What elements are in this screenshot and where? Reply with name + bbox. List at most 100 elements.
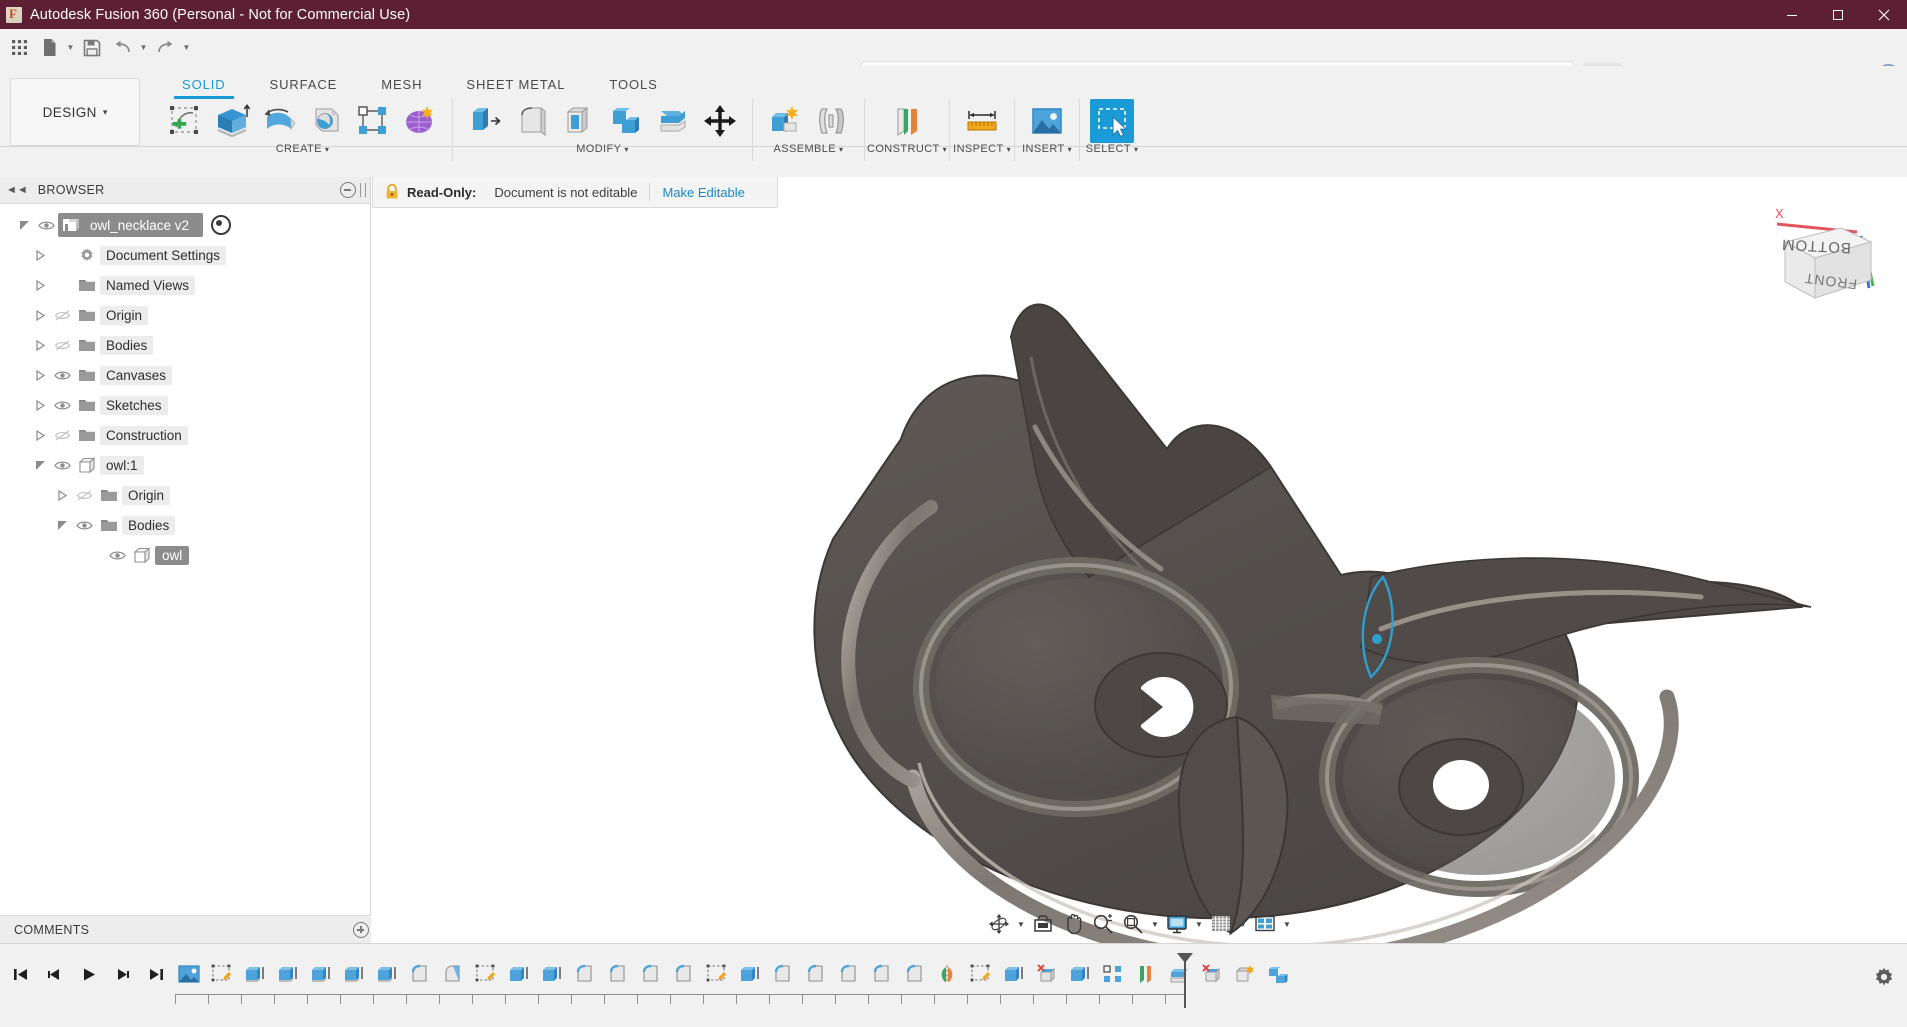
expand-arrow-icon[interactable]: [30, 393, 50, 417]
timeline-feature-sketch[interactable]: [469, 956, 502, 992]
visibility-eye-icon[interactable]: [105, 543, 129, 567]
close-button[interactable]: [1861, 0, 1907, 29]
timeline-feature-fillet[interactable]: [436, 956, 469, 992]
display-settings-icon[interactable]: [1163, 910, 1191, 938]
make-editable-link[interactable]: Make Editable: [662, 185, 744, 200]
timeline-feature-canvas[interactable]: [172, 956, 205, 992]
new-component-icon[interactable]: [763, 99, 807, 143]
timeline-feature-fillet[interactable]: [568, 956, 601, 992]
timeline-feature-fillet[interactable]: [898, 956, 931, 992]
tree-node-origin-row[interactable]: Origin: [74, 303, 156, 327]
timeline-feature-pattern[interactable]: [1096, 956, 1129, 992]
display-settings-caret-icon[interactable]: ▼: [1193, 910, 1205, 938]
redo-icon[interactable]: [150, 33, 180, 63]
tree-node-canvases[interactable]: Canvases: [0, 360, 370, 390]
visibility-eye-icon[interactable]: [34, 213, 58, 237]
tree-node-owl-body-row[interactable]: owl: [129, 543, 197, 567]
timeline-feature-extrude[interactable]: [1063, 956, 1096, 992]
visibility-eye-icon[interactable]: [72, 513, 96, 537]
pan-icon[interactable]: [1059, 910, 1087, 938]
timeline-feature-extrude[interactable]: [337, 956, 370, 992]
timeline-feature-delete-face[interactable]: [1195, 956, 1228, 992]
pattern-icon[interactable]: [351, 99, 395, 143]
fit-caret-icon[interactable]: ▼: [1149, 910, 1161, 938]
expand-arrow-icon[interactable]: [30, 303, 50, 327]
look-at-icon[interactable]: [1029, 910, 1057, 938]
combine-icon[interactable]: [604, 99, 648, 143]
create-sketch-icon[interactable]: [163, 99, 207, 143]
play-icon[interactable]: [72, 958, 104, 990]
tree-node-owl-origin-row[interactable]: Origin: [96, 483, 178, 507]
timeline-feature-fillet[interactable]: [799, 956, 832, 992]
minimize-button[interactable]: [1769, 0, 1815, 29]
tree-node-bodies-row[interactable]: Bodies: [74, 333, 161, 357]
tree-node-construction[interactable]: Construction: [0, 420, 370, 450]
timeline-feature-extrude[interactable]: [271, 956, 304, 992]
viewports-caret-icon[interactable]: ▼: [1281, 910, 1293, 938]
timeline-feature-form[interactable]: [1228, 956, 1261, 992]
timeline-feature-extrude[interactable]: [997, 956, 1030, 992]
add-comment-icon[interactable]: [353, 922, 369, 938]
orbit-caret-icon[interactable]: ▼: [1015, 910, 1027, 938]
tree-node-owl-component-row[interactable]: owl:1: [74, 453, 152, 477]
timeline-feature-delete-face[interactable]: [1030, 956, 1063, 992]
expand-arrow-icon[interactable]: [52, 483, 72, 507]
ribbon-group-insert-label[interactable]: INSERT ▾: [1022, 143, 1072, 155]
step-back-icon[interactable]: [38, 958, 70, 990]
fit-icon[interactable]: [1119, 910, 1147, 938]
grid-snaps-icon[interactable]: [1207, 910, 1235, 938]
timeline-feature-extrude[interactable]: [733, 956, 766, 992]
timeline-feature-fillet[interactable]: [865, 956, 898, 992]
expand-arrow-icon[interactable]: [52, 513, 72, 537]
tree-node-owl-origin[interactable]: Origin: [0, 480, 370, 510]
timeline-feature-fillet[interactable]: [667, 956, 700, 992]
timeline-feature-extrude[interactable]: [304, 956, 337, 992]
tab-tools[interactable]: TOOLS: [587, 73, 679, 95]
timeline-feature-extrude[interactable]: [238, 956, 271, 992]
timeline-marker[interactable]: [1176, 952, 1194, 1006]
view-cube[interactable]: X BOTTOM FRONT: [1765, 202, 1885, 322]
workspace-selector[interactable]: DESIGN ▾: [10, 78, 140, 146]
timeline-feature-extrude[interactable]: [535, 956, 568, 992]
tab-sheet-metal[interactable]: SHEET METAL: [444, 73, 587, 95]
new-document-icon[interactable]: [34, 33, 64, 63]
move-copy-icon[interactable]: [698, 99, 742, 143]
expand-arrow-icon[interactable]: [30, 243, 50, 267]
tree-node-root[interactable]: owl_necklace v2: [0, 210, 370, 240]
ribbon-group-modify-label[interactable]: MODIFY ▾: [576, 143, 629, 155]
tree-node-owl-component[interactable]: owl:1: [0, 450, 370, 480]
timeline-feature-fillet[interactable]: [634, 956, 667, 992]
measure-icon[interactable]: [960, 99, 1004, 143]
timeline-feature-sketch[interactable]: [205, 956, 238, 992]
split-body-icon[interactable]: [651, 99, 695, 143]
visibility-eye-icon[interactable]: [50, 363, 74, 387]
tree-node-document-settings[interactable]: Document Settings: [0, 240, 370, 270]
redo-caret-icon[interactable]: ▼: [180, 33, 193, 63]
expand-arrow-icon[interactable]: [30, 423, 50, 447]
tree-node-named-views[interactable]: Named Views: [0, 270, 370, 300]
tree-node-sketches[interactable]: Sketches: [0, 390, 370, 420]
timeline-feature-fillet[interactable]: [832, 956, 865, 992]
offset-plane-icon[interactable]: [885, 99, 929, 143]
tree-node-owl-bodies[interactable]: Bodies: [0, 510, 370, 540]
tab-solid[interactable]: SOLID: [160, 73, 248, 95]
new-document-caret-icon[interactable]: ▼: [64, 33, 77, 63]
tree-node-sketches-row[interactable]: Sketches: [74, 393, 176, 417]
activate-component-radio[interactable]: [211, 215, 231, 235]
go-to-end-icon[interactable]: [140, 958, 172, 990]
visibility-eye-off-icon[interactable]: [72, 483, 96, 507]
visibility-eye-off-icon[interactable]: [50, 303, 74, 327]
undo-icon[interactable]: [107, 33, 137, 63]
timeline-feature-plane[interactable]: [1129, 956, 1162, 992]
grid-snaps-caret-icon[interactable]: ▼: [1237, 910, 1249, 938]
timeline-feature-combine[interactable]: [1261, 956, 1294, 992]
timeline-feature-fillet[interactable]: [403, 956, 436, 992]
tree-node-named-views-row[interactable]: Named Views: [74, 273, 203, 297]
tree-node-owl-body[interactable]: owl: [0, 540, 370, 570]
create-form-icon[interactable]: [398, 99, 442, 143]
fillet-icon[interactable]: [510, 99, 554, 143]
tab-mesh[interactable]: MESH: [359, 73, 444, 95]
tab-surface[interactable]: SURFACE: [248, 73, 360, 95]
expand-arrow-icon[interactable]: [30, 363, 50, 387]
tree-node-owl-bodies-row[interactable]: Bodies: [96, 513, 183, 537]
